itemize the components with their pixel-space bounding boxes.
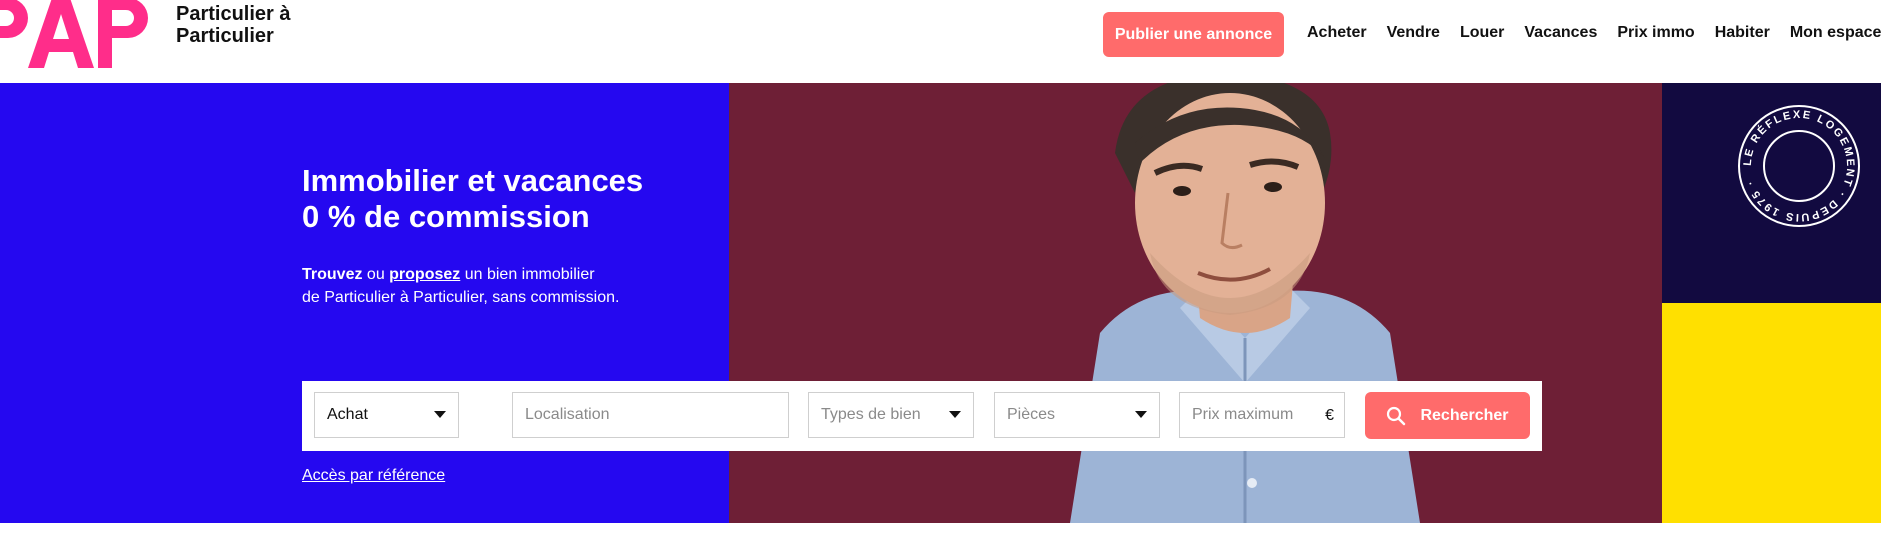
hero-title-line-1: Immobilier et vacances: [302, 163, 644, 198]
hero-title: Immobilier et vacances 0 % de commission: [302, 163, 643, 235]
location-input[interactable]: Localisation: [512, 392, 789, 438]
hero-sub-find: Trouvez: [302, 266, 363, 283]
logo-tagline: Particulier à Particulier: [176, 3, 291, 47]
hero-yellow-panel: [1662, 303, 1881, 523]
property-type-select[interactable]: Types de bien: [808, 392, 974, 438]
property-type-placeholder: Types de bien: [821, 406, 921, 423]
main-nav: Acheter Vendre Louer Vacances Prix immo …: [1307, 24, 1881, 42]
max-price-placeholder: Prix maximum: [1192, 406, 1294, 423]
max-price-input[interactable]: Prix maximum €: [1179, 392, 1345, 438]
pap-logo[interactable]: [0, 0, 158, 70]
site-header: Particulier à Particulier Publier une an…: [0, 0, 1881, 83]
svg-text:LE RÉFLEXE LOGEMENT · DEPUIS 1: LE RÉFLEXE LOGEMENT · DEPUIS 1975 ·: [1742, 109, 1856, 223]
transaction-select-value: Achat: [327, 406, 368, 423]
search-button[interactable]: Rechercher: [1365, 392, 1530, 439]
nav-habiter[interactable]: Habiter: [1715, 24, 1770, 42]
reference-access-link[interactable]: Accès par référence: [302, 467, 445, 485]
publish-ad-button[interactable]: Publier une annonce: [1103, 12, 1284, 57]
hero-sub-rest: un bien immobilier: [460, 266, 595, 283]
hero-sub-line-2: de Particulier à Particulier, sans commi…: [302, 289, 620, 306]
chevron-down-icon: [1135, 411, 1147, 418]
nav-mon-espace[interactable]: Mon espace: [1790, 24, 1881, 42]
tagline-line-1: Particulier à: [176, 3, 291, 25]
transaction-select[interactable]: Achat: [314, 392, 459, 438]
propose-link[interactable]: proposez: [389, 266, 460, 283]
nav-vacances[interactable]: Vacances: [1524, 24, 1597, 42]
rooms-select[interactable]: Pièces: [994, 392, 1160, 438]
nav-prix-immo[interactable]: Prix immo: [1617, 24, 1694, 42]
hero-title-line-2: 0 % de commission: [302, 199, 590, 234]
chevron-down-icon: [434, 411, 446, 418]
hero-banner: Immobilier et vacances 0 % de commission…: [0, 83, 1881, 523]
chevron-down-icon: [949, 411, 961, 418]
rooms-placeholder: Pièces: [1007, 406, 1056, 423]
nav-vendre[interactable]: Vendre: [1387, 24, 1440, 42]
location-placeholder: Localisation: [525, 406, 610, 423]
reflexe-logement-seal: LE RÉFLEXE LOGEMENT · DEPUIS 1975 ·: [1738, 105, 1860, 227]
hero-sub-or: ou: [362, 266, 390, 283]
search-button-label: Rechercher: [1420, 406, 1509, 424]
tagline-line-2: Particulier: [176, 25, 274, 47]
hero-person-photo: [1070, 83, 1420, 523]
nav-louer[interactable]: Louer: [1460, 24, 1504, 42]
search-icon: [1387, 406, 1406, 425]
search-bar: Achat Localisation Types de bien Pièces …: [302, 381, 1542, 451]
hero-subtitle: Trouvez ou proposez un bien immobilier d…: [302, 263, 619, 309]
euro-symbol: €: [1325, 407, 1334, 424]
seal-text: LE RÉFLEXE LOGEMENT · DEPUIS 1975 ·: [1742, 109, 1854, 223]
nav-acheter[interactable]: Acheter: [1307, 24, 1367, 42]
